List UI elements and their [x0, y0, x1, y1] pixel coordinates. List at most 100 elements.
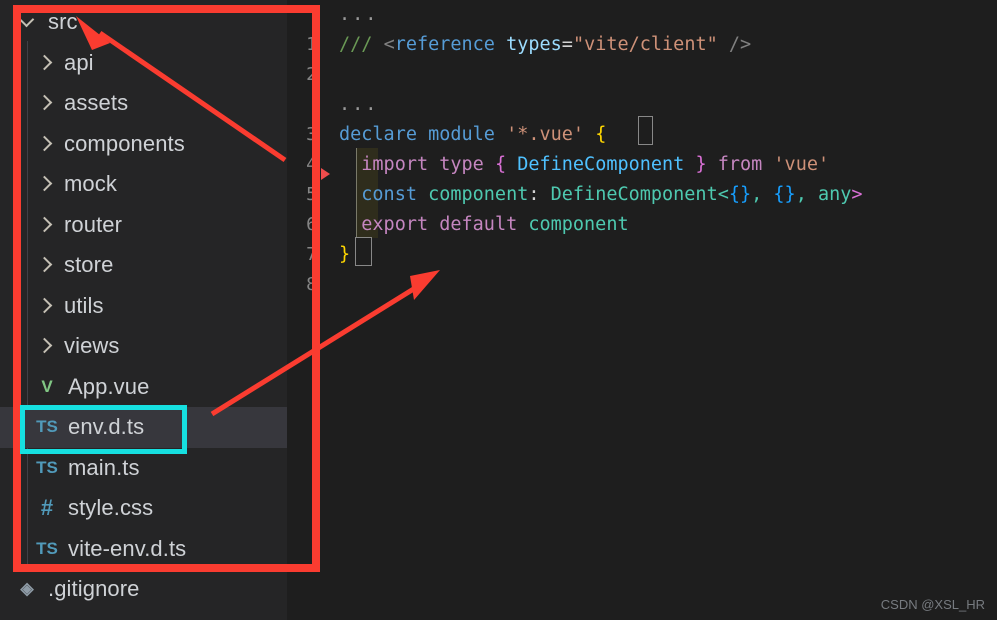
- tree-item-label: vite-env.d.ts: [68, 535, 187, 561]
- vscode-window: src api assets components mock router store uti…: [0, 0, 997, 620]
- code-line[interactable]: 3 declare module '*.vue' {: [287, 120, 997, 150]
- chevron-down-icon[interactable]: [18, 11, 40, 33]
- code-line-text: /// <reference types="vite/client" />: [335, 30, 751, 60]
- code-token: }: [339, 244, 351, 265]
- explorer-file-tree: src api assets components mock router store uti…: [0, 0, 287, 610]
- tree-item-label: router: [64, 211, 123, 237]
- vue-file-icon: V: [41, 376, 53, 396]
- tree-folder-store[interactable]: store: [0, 245, 287, 286]
- line-number: 7: [306, 244, 317, 265]
- tree-file-main-ts[interactable]: TS main.ts: [0, 448, 287, 489]
- tree-folder-mock[interactable]: mock: [0, 164, 287, 205]
- code-line[interactable]: 6 export default component: [287, 210, 997, 240]
- line-number: 1: [306, 34, 317, 55]
- tree-item-label: assets: [64, 90, 129, 116]
- tree-item-label: App.vue: [68, 373, 150, 399]
- code-token: types: [506, 34, 562, 55]
- chevron-right-icon[interactable]: [34, 254, 56, 276]
- code-line[interactable]: 8: [287, 270, 997, 300]
- code-editor-pane[interactable]: ... 1/// <reference types="vite/client" /…: [287, 0, 997, 620]
- code-line[interactable]: 5 const component: DefineComponent<{}, {…: [287, 180, 997, 210]
- chevron-right-icon[interactable]: [34, 52, 56, 74]
- tree-item-label: src: [48, 9, 78, 35]
- line-number: 8: [306, 274, 317, 295]
- line-number: 3: [306, 124, 317, 145]
- tree-file-env-d-ts[interactable]: TS env.d.ts: [0, 407, 287, 448]
- code-line-text: export default component: [335, 210, 629, 240]
- tree-file-vite-env-d-ts[interactable]: TS vite-env.d.ts: [0, 529, 287, 570]
- git-file-icon: ◈: [20, 579, 34, 599]
- code-line-text: import type { DefineComponent } from 'vu…: [335, 150, 829, 180]
- code-line-text: }: [335, 240, 350, 270]
- code-line[interactable]: 1 /// <reference types="vite/client" />: [287, 30, 997, 60]
- code-lines[interactable]: ... 1/// <reference types="vite/client" /…: [287, 0, 997, 620]
- code-line-text: const component: DefineComponent<{}, {},…: [335, 180, 863, 210]
- tree-item-label: style.css: [68, 495, 154, 521]
- tree-item-label: utils: [64, 292, 104, 318]
- chevron-right-icon[interactable]: [34, 173, 56, 195]
- line-number: 5: [306, 184, 317, 205]
- tree-folder-components[interactable]: components: [0, 124, 287, 165]
- code-token: module: [428, 124, 507, 145]
- css-file-icon: #: [40, 495, 54, 521]
- code-line-text: ...: [339, 4, 379, 25]
- code-line-text: ...: [339, 94, 379, 115]
- code-token: DefineComponent: [550, 184, 718, 205]
- code-token: ///: [339, 34, 384, 55]
- tree-item-label: .gitignore: [48, 576, 140, 602]
- tree-item-label: env.d.ts: [68, 414, 145, 440]
- tree-file-style-css[interactable]: # style.css: [0, 488, 287, 529]
- tree-item-label: views: [64, 333, 120, 359]
- chevron-right-icon[interactable]: [34, 295, 56, 317]
- tree-folder-assets[interactable]: assets: [0, 83, 287, 124]
- code-token: {}: [773, 184, 796, 205]
- code-token: ,: [751, 184, 774, 205]
- code-line[interactable]: 7}: [287, 240, 997, 270]
- code-token: import: [339, 154, 440, 175]
- code-token: reference: [394, 34, 507, 55]
- tree-file-app-vue[interactable]: V App.vue: [0, 367, 287, 408]
- tree-item-label: mock: [64, 171, 117, 197]
- typescript-file-icon: TS: [36, 417, 58, 437]
- code-token: }: [684, 154, 707, 175]
- code-token: :: [528, 184, 551, 205]
- code-token: 'vue': [773, 154, 830, 175]
- code-token: export: [339, 214, 440, 235]
- code-token: type: [439, 154, 495, 175]
- typescript-file-icon: TS: [36, 538, 58, 558]
- line-number: 6: [306, 214, 317, 235]
- chevron-right-icon[interactable]: [34, 335, 56, 357]
- chevron-right-icon[interactable]: [34, 92, 56, 114]
- folded-region-indicator[interactable]: ...: [287, 0, 997, 30]
- explorer-sidebar: src api assets components mock router store uti…: [0, 0, 287, 620]
- code-token: <: [717, 184, 729, 205]
- tree-file-gitignore[interactable]: ◈ .gitignore: [0, 569, 287, 610]
- tree-folder-views[interactable]: views: [0, 326, 287, 367]
- code-token: declare: [339, 124, 429, 145]
- code-token: <: [383, 34, 395, 55]
- code-token: component: [428, 184, 529, 205]
- code-token: "vite/client": [572, 34, 718, 55]
- folded-region-indicator[interactable]: ...: [287, 90, 997, 120]
- tree-folder-router[interactable]: router: [0, 205, 287, 246]
- tree-item-label: main.ts: [68, 454, 140, 480]
- code-token: component: [528, 214, 629, 235]
- tree-item-label: components: [64, 130, 185, 156]
- code-token: any: [817, 184, 852, 205]
- code-line[interactable]: 2: [287, 60, 997, 90]
- tree-folder-api[interactable]: api: [0, 43, 287, 84]
- code-line-text: declare module '*.vue' {: [335, 120, 606, 150]
- chevron-right-icon[interactable]: [34, 214, 56, 236]
- chevron-right-icon[interactable]: [34, 133, 56, 155]
- code-token: >: [851, 184, 863, 205]
- tree-folder-src[interactable]: src: [0, 2, 287, 43]
- tree-folder-utils[interactable]: utils: [0, 286, 287, 327]
- code-token: from: [706, 154, 774, 175]
- code-line[interactable]: 4 import type { DefineComponent } from '…: [287, 150, 997, 180]
- code-token: =: [561, 34, 573, 55]
- code-token: const: [339, 184, 429, 205]
- typescript-file-icon: TS: [36, 457, 58, 477]
- code-token: />: [717, 34, 752, 55]
- breakpoint-marker-icon[interactable]: [321, 168, 330, 180]
- tree-item-label: api: [64, 49, 94, 75]
